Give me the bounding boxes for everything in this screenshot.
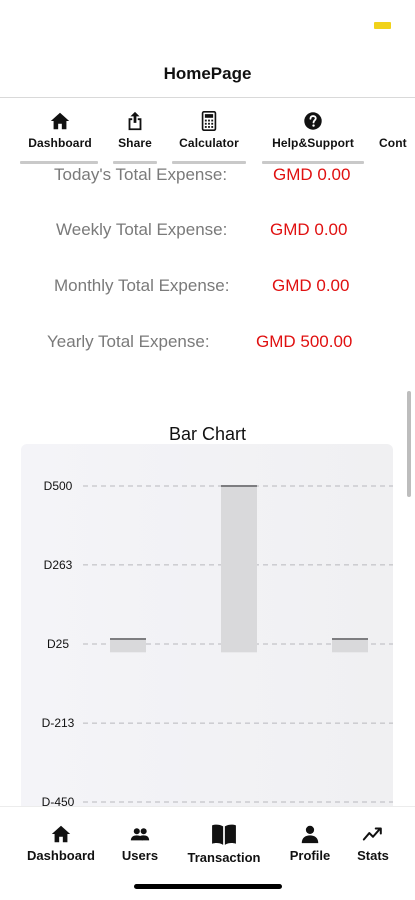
bar-chart-svg: D500 D263 D25 D-213 D-450 (21, 444, 393, 806)
y-tick-label: D-213 (42, 716, 75, 730)
person-icon (301, 825, 319, 844)
home-icon (51, 825, 71, 843)
tab-calculator-label: Calculator (179, 136, 239, 150)
expense-label: Today's Total Expense: (54, 165, 228, 184)
bar (221, 486, 257, 653)
nav-transaction-label: Transaction (187, 850, 261, 865)
y-tick-label: D500 (44, 479, 73, 493)
expense-value: GMD 0.00 (273, 165, 351, 184)
page-title: HomePage (163, 64, 252, 83)
expense-value: GMD 500.00 (256, 332, 353, 351)
expense-row-yearly: Yearly Total Expense: GMD 500.00 (0, 332, 415, 358)
tab-help-support-label: Help&Support (272, 136, 354, 150)
tab-contact-label: Cont (379, 136, 407, 150)
y-tick-label: D263 (44, 558, 73, 572)
tab-contact[interactable]: Cont (379, 110, 415, 150)
tab-dashboard-label: Dashboard (28, 136, 92, 150)
users-icon (130, 828, 150, 841)
tab-share-label: Share (118, 136, 152, 150)
y-tick-label: D25 (47, 637, 69, 651)
status-indicator (374, 22, 391, 29)
nav-stats[interactable]: Stats (352, 823, 394, 863)
bar (110, 639, 146, 653)
expense-label: Weekly Total Expense: (56, 220, 228, 239)
top-tab-bar: Dashboard Share Calculator Help&Support … (0, 100, 415, 164)
expense-row-weekly: Weekly Total Expense: GMD 0.00 (0, 220, 415, 246)
expense-value: GMD 0.00 (272, 276, 350, 295)
expense-row-today: Today's Total Expense: GMD 0.00 (0, 165, 415, 191)
tab-calculator[interactable]: Calculator (171, 110, 247, 150)
tab-underline (262, 161, 364, 164)
calculator-icon (201, 111, 217, 131)
tab-underline (172, 161, 246, 164)
help-icon (304, 112, 322, 130)
tab-help-support[interactable]: Help&Support (262, 110, 364, 150)
expense-row-monthly: Monthly Total Expense: GMD 0.00 (0, 276, 415, 302)
nav-profile[interactable]: Profile (285, 823, 335, 863)
tab-underline (113, 161, 157, 164)
chart-title: Bar Chart (168, 424, 247, 444)
tab-share[interactable]: Share (113, 110, 157, 150)
bar-chart: D500 D263 D25 D-213 D-450 (21, 444, 393, 806)
expense-label: Monthly Total Expense: (54, 276, 230, 295)
nav-users-label: Users (121, 848, 159, 863)
trend-icon (362, 827, 382, 841)
bar (332, 639, 368, 653)
nav-dashboard-label: Dashboard (27, 848, 95, 863)
app-header: HomePage (0, 56, 415, 98)
share-icon (128, 111, 142, 131)
nav-profile-label: Profile (289, 848, 331, 863)
y-tick-label: D-450 (42, 795, 75, 806)
nav-stats-label: Stats (357, 848, 389, 863)
book-icon (212, 824, 236, 845)
chart-background (21, 444, 393, 806)
expense-value: GMD 0.00 (270, 220, 348, 239)
expense-label: Yearly Total Expense: (47, 332, 210, 351)
nav-users[interactable]: Users (118, 823, 162, 863)
home-indicator (134, 884, 282, 889)
tab-dashboard[interactable]: Dashboard (22, 110, 98, 150)
tab-underline (20, 161, 98, 164)
nav-transaction[interactable]: Transaction (180, 821, 268, 865)
nav-dashboard[interactable]: Dashboard (22, 823, 100, 863)
home-icon (50, 112, 70, 130)
